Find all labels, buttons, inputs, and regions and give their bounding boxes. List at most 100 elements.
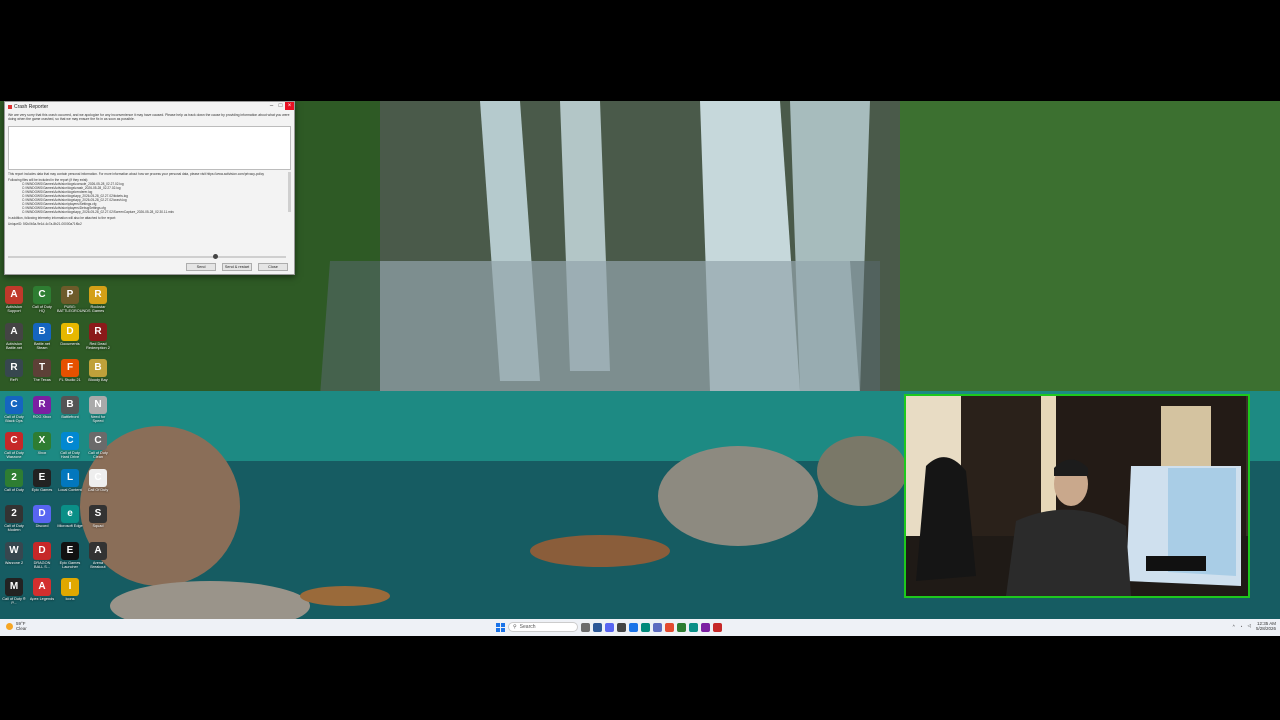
close-icon[interactable]: × (285, 102, 294, 110)
close-button[interactable]: Close (258, 263, 288, 271)
taskbar-search[interactable]: ⚲ Search (508, 622, 578, 632)
dialog-title-bar[interactable]: Crash Reporter (5, 102, 294, 111)
app-icon: F (61, 359, 79, 377)
desktop-icon[interactable]: D Discord (29, 505, 55, 539)
desktop-icon[interactable]: A Activision Battle.net (1, 322, 27, 357)
dialog-title: Crash Reporter (14, 103, 49, 110)
pinned-app-icon[interactable] (701, 622, 710, 632)
desktop-icon[interactable]: C Call of Duty Hard Drive (57, 432, 83, 466)
desktop-icon[interactable]: I Icons (57, 578, 83, 612)
desktop-icon[interactable]: B Battle.net Steam (29, 322, 55, 357)
pinned-app-icon[interactable] (677, 622, 686, 632)
app-icon: I (61, 578, 79, 596)
desktop-icon[interactable]: R ROG Xbox (29, 395, 55, 430)
weather-widget[interactable]: 59°F Clear (6, 621, 27, 631)
system-tray: ^ ◔ ◁ 12:35 AM 5/28/2026 (1233, 621, 1276, 631)
windows-start-icon[interactable] (496, 622, 505, 632)
desktop-icon-label: Documents (60, 341, 80, 346)
scrollbar-thumb[interactable] (213, 254, 218, 259)
desktop-icon[interactable]: N Need for Speed (85, 395, 111, 430)
desktop-icon-label: ReFi (9, 378, 19, 382)
app-icon: B (33, 322, 51, 341)
crash-description-textarea[interactable] (8, 126, 291, 170)
app-icon: R (89, 286, 107, 304)
pinned-app-icon[interactable] (629, 622, 638, 632)
desktop-icon[interactable]: D Documents (57, 322, 83, 357)
pinned-app-icon[interactable] (713, 622, 722, 632)
desktop-icon[interactable]: C Call Of Duty (85, 468, 111, 503)
app-icon: E (61, 541, 79, 560)
app-icon: R (89, 322, 107, 341)
desktop-icon[interactable]: C Call of Duty Black Ops (1, 395, 27, 430)
desktop-icon[interactable]: W Warzone 2 (1, 541, 27, 576)
crash-id: UniqueID: 5f2c0b3a-9e1d-4c7a-8b21-00000a… (8, 222, 82, 226)
desktop-icon[interactable]: R Rockstar Games (85, 286, 111, 320)
desktop-icon-label: Activision Support (5, 305, 23, 314)
app-icon: C (61, 432, 79, 450)
pinned-app-icon[interactable] (689, 622, 698, 632)
desktop-icon[interactable]: S Squad (85, 505, 111, 539)
desktop-icon-label: Call of Duty ® P... (2, 597, 26, 606)
dialog-buttons: Send Send & restart Close (186, 263, 288, 271)
desktop-icon[interactable]: 2 Call of Duty (1, 468, 27, 503)
desktop-icon[interactable]: A Activision Support (1, 286, 27, 320)
send-button[interactable]: Send (186, 263, 216, 271)
desktop-icon[interactable]: E Epic Games Launcher (57, 541, 83, 576)
send-restart-button[interactable]: Send & restart (222, 263, 252, 271)
chevron-up-icon[interactable]: ^ (1233, 624, 1235, 629)
desktop-icon[interactable]: M Call of Duty ® P... (1, 578, 27, 612)
pinned-app-icon[interactable] (617, 622, 626, 632)
desktop-icon-label: Epic Games Launcher (59, 560, 81, 569)
search-placeholder: Search (519, 624, 536, 630)
app-icon: N (89, 395, 107, 414)
desktop-icon-label: Red Dead Redemption 2 (86, 341, 110, 350)
desktop-icon[interactable]: D DRAGON BALL S... (29, 541, 55, 576)
app-icon: M (5, 578, 23, 596)
desktop-icon[interactable]: E Epic Games (29, 468, 55, 503)
app-icon: C (5, 432, 23, 450)
desktop-icon[interactable]: P PUBG: BATTLEGROUNDS (57, 286, 91, 320)
desktop-icon[interactable]: C Call of Duty HQ (29, 286, 55, 320)
desktop-icon[interactable]: C Call of Duty Warzone (1, 432, 27, 466)
desktop-icon[interactable]: R Red Dead Redemption 2 (85, 322, 111, 357)
desktop-icon-label: Warzone 2 (4, 560, 24, 565)
app-icon: A (5, 322, 23, 341)
desktop-icon-label: Battlefront (61, 414, 79, 419)
weather-desc: Clear (16, 626, 27, 631)
desktop-icon[interactable]: 2 Call of Duty Modern (1, 505, 27, 539)
maximize-icon[interactable]: □ (276, 102, 285, 110)
desktop-icon[interactable]: L Local Content (57, 468, 83, 503)
desktop-icon-label: Squad (92, 524, 104, 528)
desktop-icon[interactable]: T The Texas (29, 359, 55, 393)
desktop-icon[interactable]: B Bloody Bay (85, 359, 111, 393)
desktop-icon[interactable]: B Battlefront (57, 395, 83, 430)
pinned-app-icon[interactable] (665, 622, 674, 632)
clock-date: 5/28/2026 (1255, 626, 1276, 631)
desktop-icon[interactable]: R ReFi (1, 359, 27, 393)
network-icon[interactable]: ◔ (1240, 624, 1243, 629)
desktop-icon-label: Call of Duty (4, 487, 24, 492)
pinned-app-icon[interactable] (605, 622, 614, 632)
details-scrollbar[interactable] (288, 172, 291, 212)
desktop-icon[interactable]: C Call of Duty Clean (85, 432, 111, 466)
webcam-overlay (904, 394, 1250, 598)
app-icon: 2 (5, 468, 23, 487)
desktop-icon[interactable]: e Microsoft Edge (57, 505, 83, 539)
desktop-icon[interactable]: A Apex Legends (29, 578, 55, 612)
details-horizontal-scrollbar[interactable] (8, 254, 286, 259)
pinned-app-icon[interactable] (581, 622, 590, 632)
volume-icon[interactable]: ◁ (1248, 623, 1251, 629)
pinned-app-icon[interactable] (641, 622, 650, 632)
desktop-icon[interactable]: A Arena Breakout (85, 541, 111, 576)
clock[interactable]: 12:35 AM 5/28/2026 (1256, 621, 1276, 631)
desktop-icon-label: PUBG: BATTLEGROUNDS (57, 305, 91, 314)
app-icon: A (33, 578, 51, 596)
app-icon: e (61, 505, 79, 523)
desktop-icon[interactable]: X Xbox (29, 432, 55, 466)
desktop-icon-label: Bloody Bay (88, 378, 108, 382)
crash-reporter-dialog[interactable]: Crash Reporter – □ × We are very sorry t… (4, 101, 295, 275)
pinned-app-icon[interactable] (653, 622, 662, 632)
minimize-icon[interactable]: – (267, 102, 276, 110)
pinned-app-icon[interactable] (593, 622, 602, 632)
desktop-icon[interactable]: F FL Studio 21 (57, 359, 83, 393)
